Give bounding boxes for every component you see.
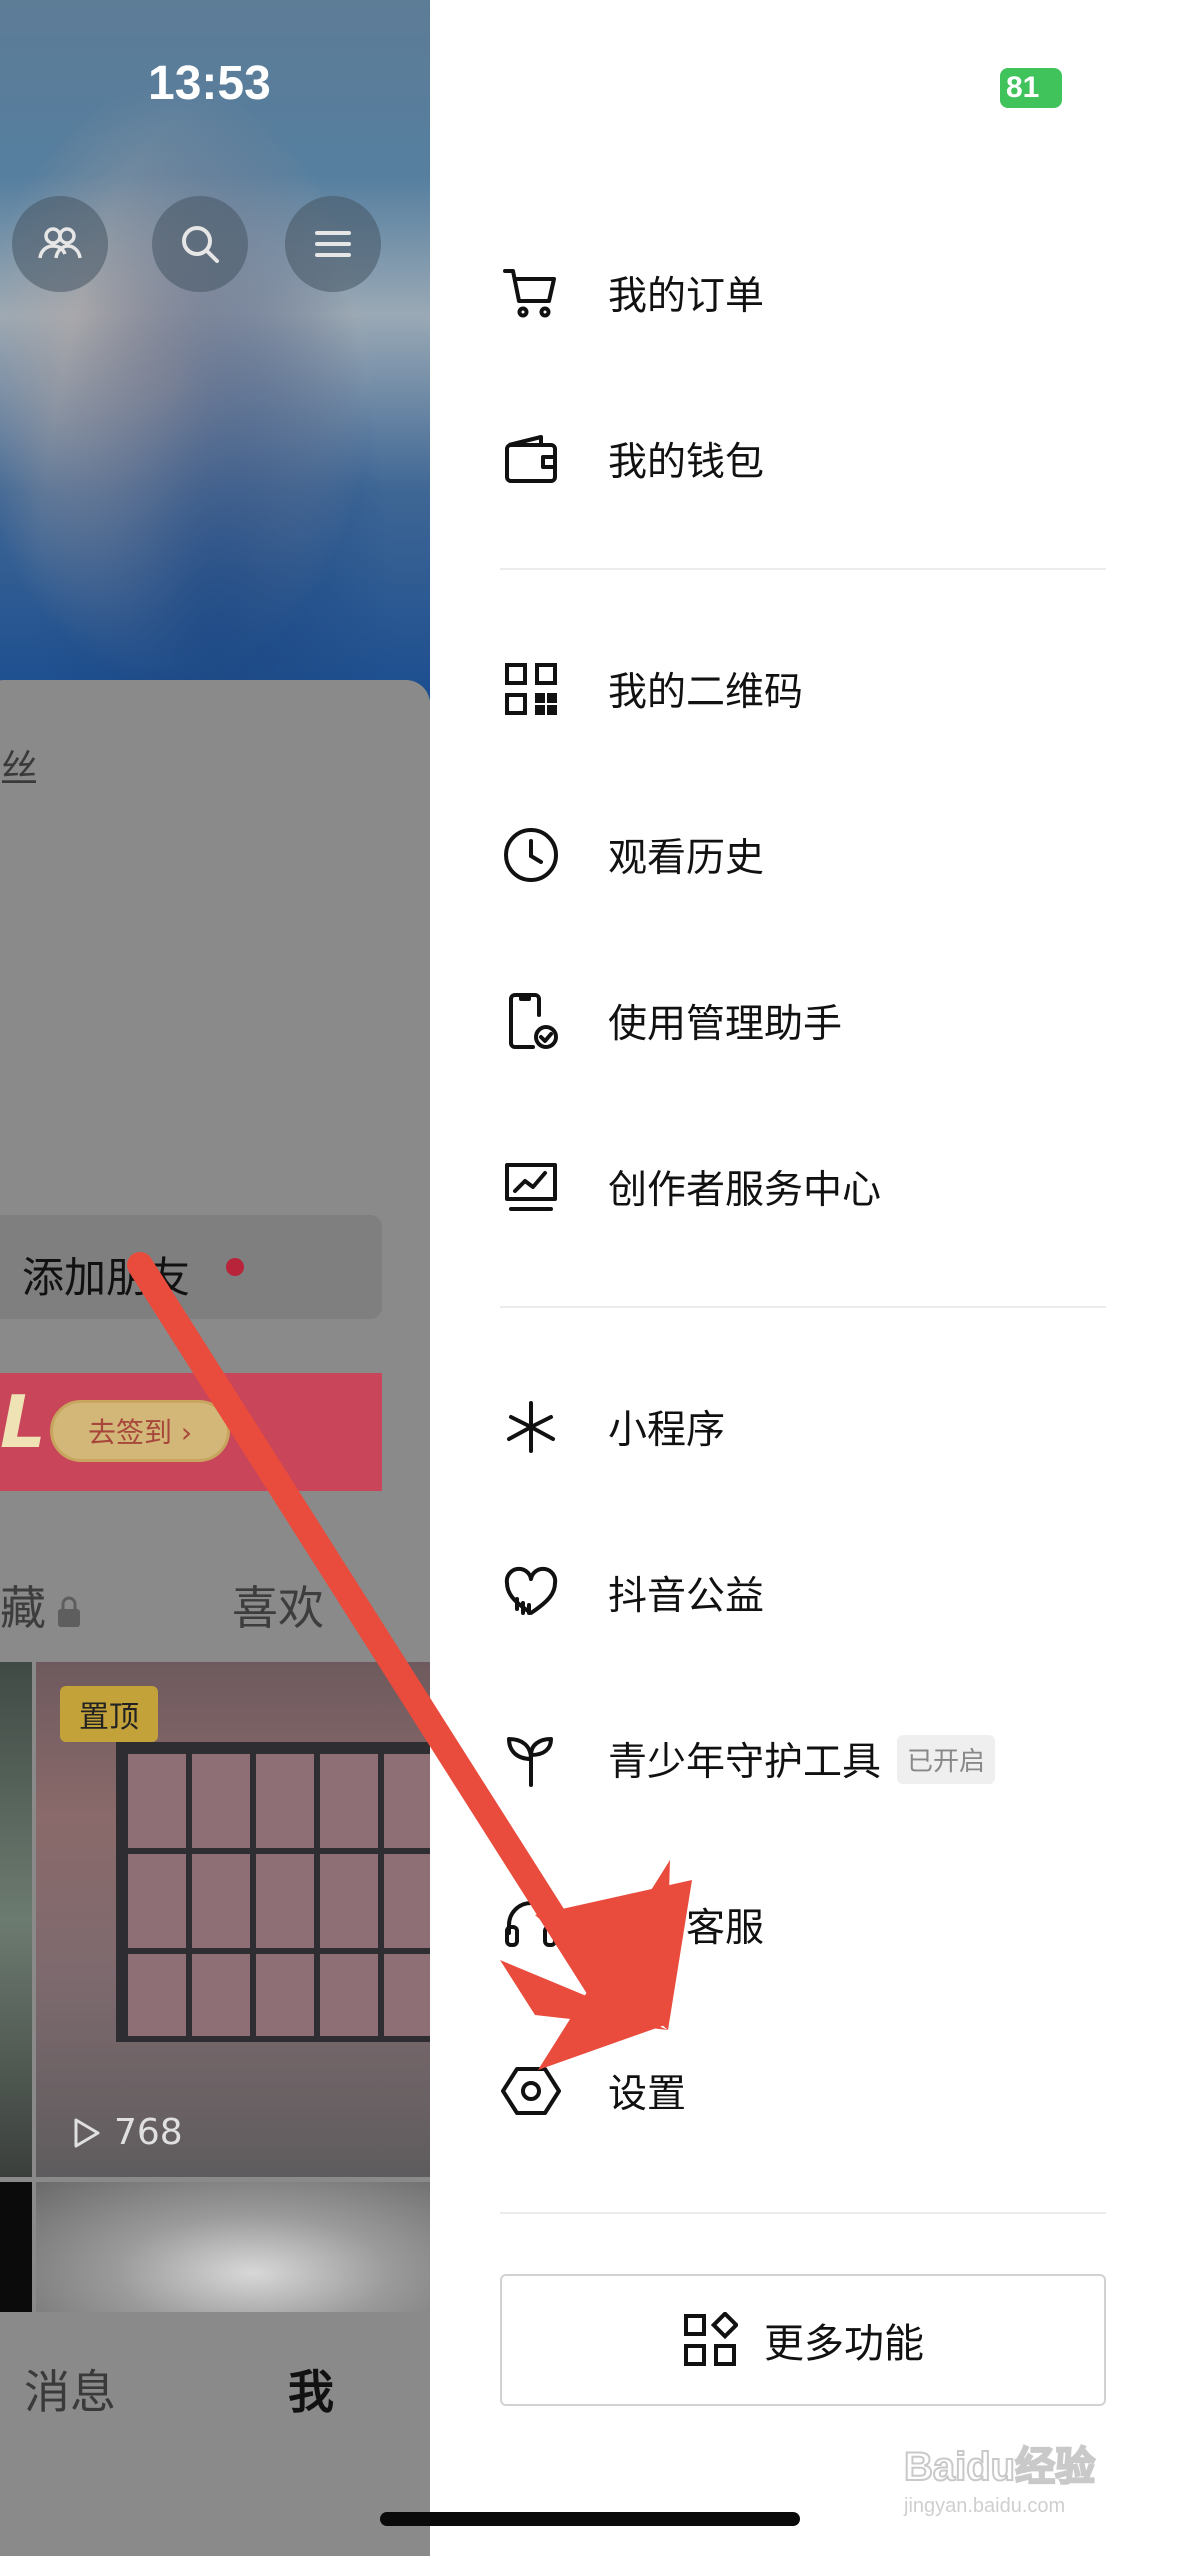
menu-item-wallet[interactable]: 我的钱包	[500, 404, 1120, 514]
clock-icon	[500, 824, 562, 886]
notification-dot	[226, 1258, 244, 1276]
menu-item-settings[interactable]: 设置	[500, 2036, 1120, 2146]
add-friend-label: 添加朋友	[22, 1253, 191, 1302]
mini-program-icon	[500, 1396, 562, 1458]
menu-label: 我的钱包	[608, 440, 765, 485]
nav-messages[interactable]: 消息	[24, 2356, 116, 2422]
menu-label: 创作者服务中心	[608, 1168, 882, 1213]
menu-item-creator-center[interactable]: 创作者服务中心	[500, 1132, 1120, 1242]
headset-icon	[500, 1894, 562, 1956]
menu-label: 抖音公益	[608, 1574, 765, 1619]
video-thumbnail[interactable]	[36, 2182, 430, 2312]
tab-likes[interactable]: 喜欢	[232, 1572, 324, 1638]
friends-button[interactable]	[12, 196, 108, 292]
baidu-jingyan-watermark: Baidu经验 jingyan.baidu.com	[903, 2444, 1096, 2517]
qrcode-icon	[500, 658, 562, 720]
sprout-icon	[500, 1728, 562, 1790]
chart-board-icon	[500, 1156, 562, 1218]
more-features-label: 更多功能	[764, 2321, 924, 2367]
thumbnail-image	[116, 1742, 430, 2042]
promo-letter: L	[0, 1380, 46, 1464]
tab-collections-label: 藏	[0, 1581, 46, 1635]
menu-item-orders[interactable]: 我的订单	[500, 238, 1120, 348]
grid-icon	[684, 2312, 738, 2366]
menu-item-qrcode[interactable]: 我的二维码	[500, 634, 1120, 744]
menu-label: 我的二维码	[608, 670, 804, 715]
fans-label: 丝	[0, 747, 39, 791]
cart-icon	[500, 262, 562, 324]
menu-item-youth-protection[interactable]: 青少年守护工具 已开启	[500, 1704, 1120, 1814]
phone-check-icon	[500, 990, 562, 1052]
play-count-value: 768	[114, 2112, 183, 2153]
video-thumbnail[interactable]	[0, 1662, 32, 2177]
menu-label: 小程序	[608, 1408, 726, 1453]
menu-divider	[500, 2212, 1106, 2214]
more-features-button[interactable]: 更多功能	[500, 2274, 1106, 2406]
search-icon	[182, 226, 219, 263]
checkin-button[interactable]: 去签到 ›	[50, 1400, 230, 1462]
menu-label: 我的订单	[608, 274, 765, 319]
svg-text:jingyan.baidu.com: jingyan.baidu.com	[903, 2495, 1065, 2517]
menu-label: 设置	[608, 2072, 687, 2117]
play-icon	[74, 2118, 100, 2147]
svg-text:Baidu经验: Baidu经验	[904, 2445, 1095, 2489]
nav-me[interactable]: 我	[288, 2356, 334, 2422]
menu-item-mini-program[interactable]: 小程序	[500, 1372, 1120, 1482]
home-indicator[interactable]	[380, 2512, 800, 2526]
pinned-badge: 置顶	[60, 1686, 158, 1742]
side-drawer	[430, 0, 1179, 2556]
battery-indicator: 81	[1000, 68, 1062, 108]
menu-divider	[500, 1306, 1106, 1308]
menu-label: 青少年守护工具	[608, 1740, 882, 1785]
play-count: 768	[66, 2112, 183, 2153]
menu-label: 我的客服	[608, 1906, 765, 1951]
menu-item-customer-service[interactable]: 我的客服	[500, 1870, 1120, 1980]
friends-icon	[38, 227, 82, 259]
heart-hands-icon	[500, 1562, 562, 1624]
menu-item-usage-assistant[interactable]: 使用管理助手	[500, 966, 1120, 1076]
menu-item-history[interactable]: 观看历史	[500, 800, 1120, 910]
search-button[interactable]	[152, 196, 248, 292]
video-thumbnail[interactable]	[0, 2182, 32, 2312]
menu-button[interactable]	[285, 196, 381, 292]
hamburger-icon	[315, 231, 351, 257]
menu-label: 使用管理助手	[608, 1002, 843, 1047]
tab-collections[interactable]: 藏	[0, 1572, 84, 1638]
lock-icon	[58, 1596, 80, 1627]
status-time: 13:53	[148, 57, 271, 110]
hexagon-settings-icon	[500, 2060, 562, 2122]
bottom-nav	[0, 2312, 430, 2556]
menu-item-charity[interactable]: 抖音公益	[500, 1538, 1120, 1648]
menu-divider	[500, 568, 1106, 570]
menu-label: 观看历史	[608, 836, 765, 881]
wallet-icon	[500, 428, 562, 490]
status-badge: 已开启	[897, 1734, 996, 1784]
